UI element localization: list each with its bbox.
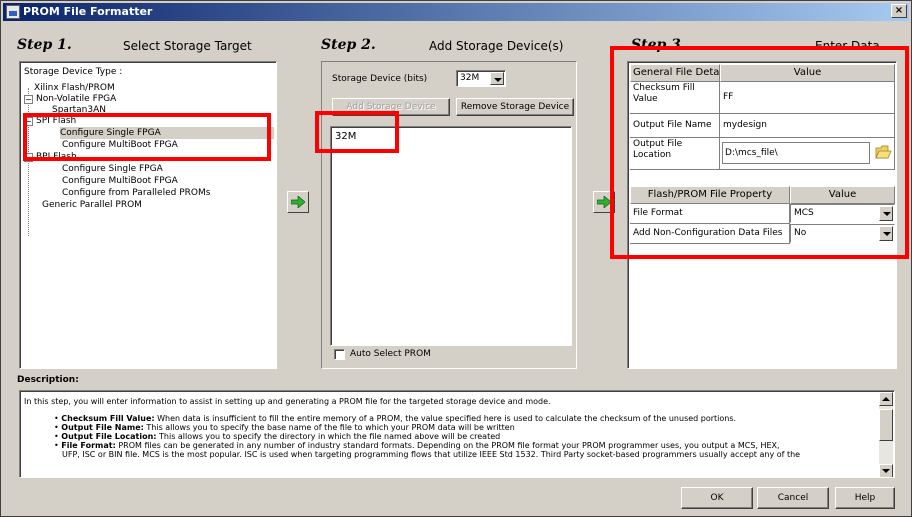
scroll-thumb[interactable] xyxy=(879,409,893,441)
tree-item-bpi-configure-multiboot-fpga[interactable]: Configure MultiBoot FPGA xyxy=(62,175,178,187)
auto-select-prom-checkbox[interactable] xyxy=(334,349,345,360)
down-arrow-icon xyxy=(882,469,890,473)
step2-title: Add Storage Device(s) xyxy=(429,39,564,53)
tree-item-bpi-configure-single-fpga[interactable]: Configure Single FPGA xyxy=(62,163,163,175)
description-item: • Output File Location: This allows you … xyxy=(54,432,501,441)
right-arrow-icon xyxy=(291,196,305,208)
ok-button[interactable]: OK xyxy=(681,487,753,509)
help-button[interactable]: Help xyxy=(835,487,895,509)
description-term: Checksum Fill Value: xyxy=(61,414,155,423)
tree-item-configure-from-paralleled-proms[interactable]: Configure from Paralleled PROMs xyxy=(62,187,210,199)
step2-group: Storage Device (bits) 32M Add Storage De… xyxy=(321,61,577,369)
auto-select-prom-label: Auto Select PROM xyxy=(350,349,431,359)
cancel-button[interactable]: Cancel xyxy=(757,487,829,509)
up-arrow-icon xyxy=(882,397,890,401)
description-item: • Output File Name: This allows you to s… xyxy=(54,423,515,432)
title-bar: PROM File Formatter × xyxy=(3,3,909,21)
description-label: Description: xyxy=(17,375,79,385)
description-text-area: In this step, you will enter information… xyxy=(19,390,895,478)
remove-storage-device-button[interactable]: Remove Storage Device xyxy=(456,98,574,116)
description-text: This allows you to specify the base name… xyxy=(146,423,515,432)
description-term: Output File Name: xyxy=(61,423,144,432)
right-arrow-icon xyxy=(597,196,611,208)
storage-device-tree[interactable]: Storage Device Type : Xilinx Flash/PROM … xyxy=(19,61,277,369)
storage-device-label: Storage Device (bits) xyxy=(332,74,428,84)
close-button[interactable]: × xyxy=(891,4,907,18)
description-item: • Checksum Fill Value: When data is insu… xyxy=(54,414,737,423)
description-intro: In this step, you will enter information… xyxy=(24,397,551,406)
window-title: PROM File Formatter xyxy=(23,5,153,18)
next-step-arrow-button[interactable] xyxy=(287,191,309,213)
step1-title: Select Storage Target xyxy=(123,39,252,53)
description-item-continued: UFP, ISC or BIN file. MCS is the most po… xyxy=(62,450,801,459)
description-term: File Format: xyxy=(61,441,116,450)
highlight-spi-flash xyxy=(23,113,271,161)
highlight-step3-properties xyxy=(610,46,909,259)
tree-item-generic-parallel-prom[interactable]: Generic Parallel PROM xyxy=(42,199,142,211)
description-scrollbar[interactable] xyxy=(879,392,893,477)
collapse-icon[interactable]: − xyxy=(24,95,33,104)
description-text: When data is insufficient to fill the en… xyxy=(157,414,737,423)
highlight-storage-device xyxy=(315,111,399,153)
scroll-up-button[interactable] xyxy=(879,392,893,406)
step2-label: Step 2. xyxy=(321,37,376,53)
app-icon xyxy=(6,5,20,19)
description-item: • File Format: PROM files can be generat… xyxy=(54,441,780,450)
storage-device-list[interactable]: 32M xyxy=(330,126,572,346)
scroll-down-button[interactable] xyxy=(879,464,893,477)
storage-device-select-value: 32M xyxy=(460,73,480,83)
prom-file-formatter-window: PROM File Formatter × Step 1. Select Sto… xyxy=(0,0,912,517)
step1-label: Step 1. xyxy=(17,37,72,53)
tree-header: Storage Device Type : xyxy=(24,67,123,77)
description-text: This allows you to specify the directory… xyxy=(159,432,501,441)
storage-device-select[interactable]: 32M xyxy=(456,70,506,87)
description-text: PROM files can be generated in any numbe… xyxy=(118,441,780,450)
description-term: Output File Location: xyxy=(61,432,157,441)
dropdown-arrow-icon[interactable] xyxy=(490,72,504,85)
